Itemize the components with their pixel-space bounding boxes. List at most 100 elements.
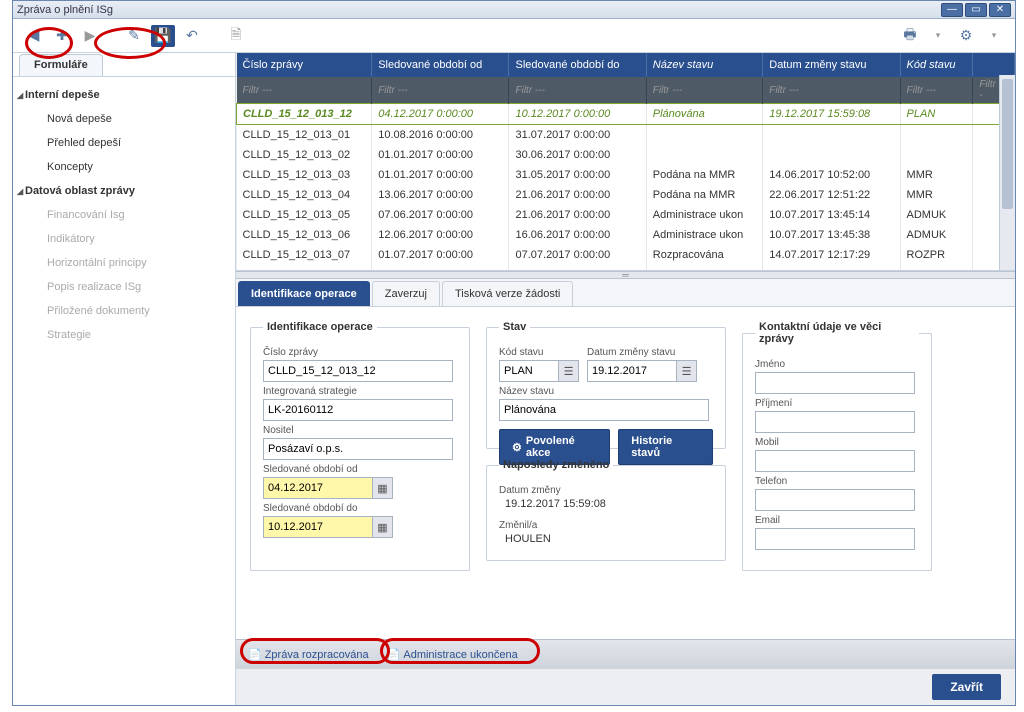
sidebar-item-popis[interactable]: Popis realizace ISg: [15, 275, 233, 299]
sidebar-item-financovani[interactable]: Financování Isg: [15, 203, 233, 227]
table-cell: CLLD_15_12_013_06: [237, 225, 372, 245]
new-icon[interactable]: ✚: [51, 25, 73, 47]
sidebar-item-strategie[interactable]: Strategie: [15, 323, 233, 347]
sidebar-tree: Interní depeše Nová depeše Přehled depeš…: [13, 77, 235, 353]
table-cell: 07.06.2017 0:00:00: [372, 205, 509, 225]
maximize-button[interactable]: ▭: [965, 3, 987, 17]
label-zmenil: Změnil/a: [499, 520, 713, 531]
input-email[interactable]: [755, 528, 915, 550]
document-icon[interactable]: 🗎: [225, 25, 247, 47]
link-administrace-ukoncena[interactable]: 📄 Administrace ukončena: [387, 648, 518, 661]
table-cell: [646, 125, 762, 146]
list-icon[interactable]: ☰: [558, 361, 578, 381]
table-cell: Administrace ukon: [646, 225, 762, 245]
close-button[interactable]: Zavřít: [932, 674, 1001, 700]
print-icon[interactable]: 🖶: [899, 25, 921, 47]
col-nazev-stavu[interactable]: Název stavu: [646, 53, 762, 77]
tab-tiskova[interactable]: Tisková verze žádosti: [442, 281, 573, 306]
dropdown-icon-2[interactable]: ▾: [983, 25, 1005, 47]
table-row[interactable]: CLLD_15_12_013_0801.06.2017 0:00:0007.06…: [237, 265, 1015, 271]
input-mobil[interactable]: [755, 450, 915, 472]
input-cislo[interactable]: [263, 360, 453, 382]
table-row[interactable]: CLLD_15_12_013_0110.08.2016 0:00:0031.07…: [237, 125, 1015, 146]
table-cell: ROZPR: [900, 265, 973, 271]
undo-icon[interactable]: ↶: [181, 25, 203, 47]
sidebar-item-dokumenty[interactable]: Přiložené dokumenty: [15, 299, 233, 323]
label-email: Email: [755, 515, 919, 526]
reports-table[interactable]: Číslo zprávy Sledované období od Sledova…: [236, 53, 1015, 271]
sidebar-item-prehled-depesi[interactable]: Přehled depeší: [15, 131, 233, 155]
tab-identifikace[interactable]: Identifikace operace: [238, 281, 370, 306]
input-nazev-stavu[interactable]: [499, 399, 709, 421]
legend-naposledy: Naposledy změněno: [499, 459, 613, 471]
table-cell: 07.06.2017 0:00:00: [509, 265, 646, 271]
filter-c6[interactable]: Filtr ---: [900, 77, 973, 104]
fieldset-stav: Stav Kód stavu ☰ Datum změny stavu ☰: [486, 321, 726, 449]
table-cell: 01.01.2017 0:00:00: [372, 165, 509, 185]
label-kod-stavu: Kód stavu: [499, 347, 579, 358]
table-cell: Administrace ukon: [646, 205, 762, 225]
col-datum-zmeny[interactable]: Datum změny stavu: [763, 53, 900, 77]
table-row[interactable]: CLLD_15_12_013_0507.06.2017 0:00:0021.06…: [237, 205, 1015, 225]
col-do[interactable]: Sledované období do: [509, 53, 646, 77]
sidebar-item-horizontalni[interactable]: Horizontální principy: [15, 251, 233, 275]
sidebar-group-datova[interactable]: Datová oblast zprávy: [15, 179, 233, 203]
link-zprava-rozpracovana[interactable]: 📄 Zpráva rozpracována: [248, 648, 369, 661]
splitter[interactable]: ═: [236, 271, 1015, 279]
table-row[interactable]: CLLD_15_12_013_0413.06.2017 0:00:0021.06…: [237, 185, 1015, 205]
table-cell: CLLD_15_12_013_05: [237, 205, 372, 225]
sidebar-group-depese[interactable]: Interní depeše: [15, 83, 233, 107]
table-cell: 13.06.2017 0:00:00: [372, 185, 509, 205]
minimize-button[interactable]: —: [941, 3, 963, 17]
close-window-button[interactable]: ✕: [989, 3, 1011, 17]
input-nositel[interactable]: [263, 438, 453, 460]
nav-prev-icon[interactable]: ◀: [23, 25, 45, 47]
table-cell: ADMUK: [900, 205, 973, 225]
table-cell: 30.06.2017 0:00:00: [509, 145, 646, 165]
tab-zaverzuj[interactable]: Zaverzuj: [372, 281, 440, 306]
input-prijmeni[interactable]: [755, 411, 915, 433]
filter-c4[interactable]: Filtr ---: [646, 77, 762, 104]
table-cell: Podána na MMR: [646, 165, 762, 185]
save-icon[interactable]: 💾: [151, 25, 175, 47]
grid-scroll-thumb[interactable]: [1002, 79, 1013, 209]
input-telefon[interactable]: [755, 489, 915, 511]
gear-icon[interactable]: ⚙: [955, 25, 977, 47]
table-row[interactable]: CLLD_15_12_013_0701.07.2017 0:00:0007.07…: [237, 245, 1015, 265]
label-do: Sledované období do: [263, 503, 457, 514]
col-kod-stavu[interactable]: Kód stavu: [900, 53, 973, 77]
list-icon[interactable]: ☰: [676, 361, 696, 381]
table-row[interactable]: CLLD_15_12_013_0301.01.2017 0:00:0031.05…: [237, 165, 1015, 185]
value-zmenil: HOULEN: [499, 533, 713, 545]
nav-next-icon[interactable]: ▶: [79, 25, 101, 47]
table-cell: [763, 125, 900, 146]
table-row[interactable]: CLLD_15_12_013_1204.12.2017 0:00:0010.12…: [237, 104, 1015, 125]
label-od: Sledované období od: [263, 464, 457, 475]
edit-icon[interactable]: ✎: [123, 25, 145, 47]
filter-c1[interactable]: Filtr ---: [237, 77, 372, 104]
dropdown-icon[interactable]: ▾: [927, 25, 949, 47]
calendar-icon[interactable]: ▦: [372, 478, 392, 498]
tab-formulare[interactable]: Formuláře: [19, 54, 103, 76]
label-nazev-stavu: Název stavu: [499, 386, 713, 397]
grid-scrollbar[interactable]: [999, 75, 1015, 270]
input-jmeno[interactable]: [755, 372, 915, 394]
table-row[interactable]: CLLD_15_12_013_0612.06.2017 0:00:0016.06…: [237, 225, 1015, 245]
title-bar: Zpráva o plnění ISg — ▭ ✕: [13, 1, 1015, 19]
table-row[interactable]: CLLD_15_12_013_0201.01.2017 0:00:0030.06…: [237, 145, 1015, 165]
calendar-icon[interactable]: ▦: [372, 517, 392, 537]
table-cell: [900, 145, 973, 165]
sidebar-item-indikatory[interactable]: Indikátory: [15, 227, 233, 251]
input-is[interactable]: [263, 399, 453, 421]
filter-c5[interactable]: Filtr ---: [763, 77, 900, 104]
col-od[interactable]: Sledované období od: [372, 53, 509, 77]
filter-c3[interactable]: Filtr ---: [509, 77, 646, 104]
table-cell: Rozpracována: [646, 245, 762, 265]
sidebar-item-nova-depese[interactable]: Nová depeše: [15, 107, 233, 131]
sidebar-item-koncepty[interactable]: Koncepty: [15, 155, 233, 179]
table-cell: 14.06.2017 10:52:00: [763, 165, 900, 185]
table-cell: 16.06.2017 0:00:00: [509, 225, 646, 245]
table-cell: [646, 145, 762, 165]
filter-c2[interactable]: Filtr ---: [372, 77, 509, 104]
col-cislo[interactable]: Číslo zprávy: [237, 53, 372, 77]
